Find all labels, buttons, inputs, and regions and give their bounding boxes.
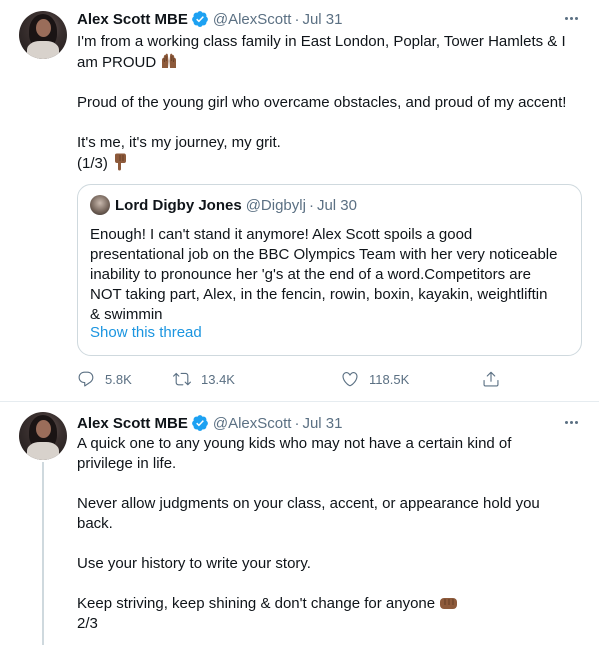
avatar[interactable]	[19, 412, 67, 460]
verified-badge-icon	[191, 415, 208, 431]
fist-emoji	[440, 598, 458, 609]
tweet-actions: 5.8K 13.4K 118.5K	[77, 368, 505, 390]
tweet-line: back.	[77, 515, 113, 532]
retweet-count: 13.4K	[201, 371, 235, 387]
quoted-avatar[interactable]	[90, 195, 110, 215]
separator-dot: ·	[308, 196, 314, 214]
tweet-line: 2/3	[77, 615, 98, 632]
reply-count: 5.8K	[105, 371, 132, 387]
separator-dot: ·	[294, 10, 300, 28]
raised-hands-emoji	[162, 53, 177, 68]
quoted-author-name[interactable]: Lord Digby Jones	[115, 197, 242, 214]
tweet-text: A quick one to any young kids who may no…	[77, 434, 582, 634]
avatar-body	[27, 442, 59, 460]
quoted-tweet[interactable]: Lord Digby Jones @Digbylj · Jul 30 Enoug…	[77, 184, 582, 356]
tweet-date[interactable]: Jul 31	[302, 11, 342, 28]
avatar-face	[36, 19, 51, 37]
tweet-header: Alex Scott MBE @AlexScott · Jul 31	[77, 412, 342, 434]
heart-icon	[342, 372, 358, 387]
author-name[interactable]: Alex Scott MBE	[77, 415, 188, 432]
thread-connector-line	[42, 462, 44, 645]
tweet-date[interactable]: Jul 31	[302, 415, 342, 432]
tweet-line: Proud of the young girl who overcame obs…	[77, 94, 567, 111]
tweet-line-text: am PROUD	[77, 54, 157, 71]
tweet-line: A quick one to any young kids who may no…	[77, 435, 512, 452]
tweet-line: Never allow judgments on your class, acc…	[77, 495, 540, 512]
pointing-down-emoji	[115, 153, 127, 171]
quoted-tweet-date[interactable]: Jul 30	[317, 197, 357, 214]
quoted-line: NOT taking part, Alex, in the fencin, ro…	[90, 286, 548, 303]
tweet-text: I'm from a working class family in East …	[77, 32, 582, 174]
tweet-line: I'm from a working class family in East …	[77, 33, 566, 50]
show-thread-link[interactable]: Show this thread	[90, 324, 202, 341]
quoted-line: inability to pronounce her 'g's at the e…	[90, 266, 531, 283]
quoted-tweet-header: Lord Digby Jones @Digbylj · Jul 30	[90, 195, 357, 215]
tweet-line: Use your history to write your story.	[77, 555, 311, 572]
separator-dot: ·	[294, 414, 300, 432]
retweet-icon	[173, 372, 191, 386]
tweet[interactable]: Alex Scott MBE @AlexScott · Jul 31 A qui…	[0, 402, 599, 645]
like-button[interactable]: 118.5K	[341, 368, 409, 390]
reply-button[interactable]: 5.8K	[77, 368, 132, 390]
author-handle[interactable]: @AlexScott	[213, 415, 292, 432]
avatar-face	[36, 420, 51, 438]
tweet-line: Keep striving, keep shining & don't chan…	[77, 594, 582, 614]
quoted-line: presentational job on the BBC Olympics T…	[90, 246, 558, 263]
tweet-line-text: (1/3)	[77, 155, 108, 172]
tweet-line-text: Keep striving, keep shining & don't chan…	[77, 595, 436, 612]
share-icon	[483, 371, 499, 387]
like-count: 118.5K	[369, 371, 410, 387]
quoted-line: Enough! I can't stand it anymore! Alex S…	[90, 226, 473, 243]
tweet[interactable]: Alex Scott MBE @AlexScott · Jul 31 I'm f…	[0, 0, 599, 402]
tweet-line: am PROUD	[77, 52, 582, 73]
tweet-line: (1/3)	[77, 153, 582, 174]
tweet-line: It's me, it's my journey, my grit.	[77, 134, 281, 151]
quoted-line: & swimmin	[90, 306, 163, 323]
reply-icon	[78, 371, 94, 387]
author-name[interactable]: Alex Scott MBE	[77, 11, 188, 28]
avatar-body	[27, 41, 59, 59]
author-handle[interactable]: @AlexScott	[213, 11, 292, 28]
retweet-button[interactable]: 13.4K	[173, 368, 235, 390]
avatar[interactable]	[19, 11, 67, 59]
quoted-author-handle[interactable]: @Digbylj	[246, 197, 306, 214]
share-button[interactable]	[482, 368, 500, 390]
more-dots-icon[interactable]	[561, 8, 581, 28]
more-dots-icon[interactable]	[561, 412, 581, 432]
tweet-line: privilege in life.	[77, 455, 177, 472]
quoted-tweet-text: Enough! I can't stand it anymore! Alex S…	[90, 225, 575, 325]
tweet-header: Alex Scott MBE @AlexScott · Jul 31	[77, 8, 342, 30]
verified-badge-icon	[191, 11, 208, 27]
